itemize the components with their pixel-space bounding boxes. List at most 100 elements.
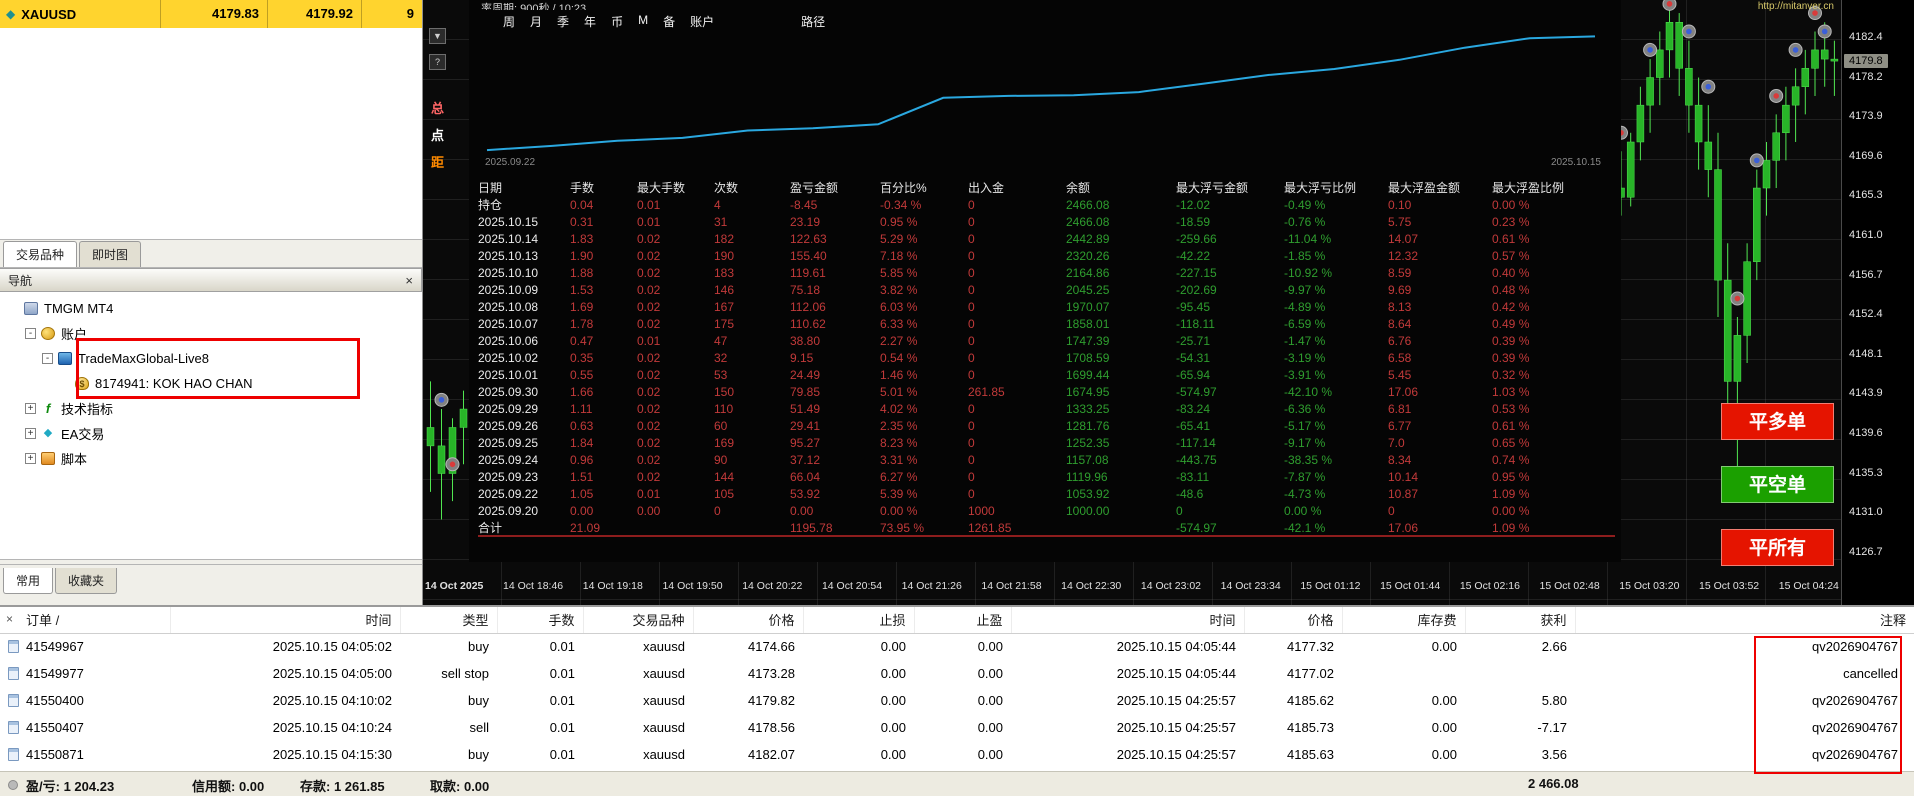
time-axis-label: 14 Oct 19:18 bbox=[582, 580, 643, 592]
close-short-button[interactable]: 平空单 bbox=[1721, 466, 1834, 503]
order-row[interactable]: 41549967 2025.10.15 04:05:02 buy 0.01 xauusd… bbox=[0, 633, 1914, 660]
time-axis-label: 15 Oct 01:12 bbox=[1300, 580, 1361, 592]
tab-common[interactable]: 常用 bbox=[3, 568, 54, 594]
order-cell: cancelled bbox=[1843, 666, 1898, 681]
order-cell: 0.01 bbox=[549, 639, 575, 655]
tab-tick-chart[interactable]: 即时图 bbox=[79, 241, 142, 267]
orders-column-header[interactable]: 手数 bbox=[496, 607, 583, 634]
time-axis: 14 Oct 2025 14 Oct 18:46 14 Oct 19:18 14 Oc… bbox=[425, 580, 1839, 592]
collapse-minus-icon[interactable]: - bbox=[25, 328, 36, 339]
navigator-item[interactable]: + ◆ EA交易 bbox=[0, 421, 422, 446]
order-cell: sell bbox=[469, 720, 489, 735]
order-cell: 4185.63 bbox=[1287, 747, 1334, 762]
time-axis-label: 14 Oct 19:50 bbox=[662, 580, 723, 592]
order-cell: xauusd bbox=[643, 639, 685, 655]
stats-header-row: 日期 手数 最大手数 次数 盈亏金额 百分比% 出入金 余额 最大浮亏金额 最大浮亏比例 最大浮盈金… bbox=[478, 181, 1565, 195]
navigator-titlebar: 导航 × bbox=[0, 268, 422, 292]
orders-column-header[interactable]: 价格 bbox=[1243, 607, 1342, 634]
close-long-button[interactable]: 平多单 bbox=[1721, 403, 1834, 440]
price-axis-label: 4148.1 bbox=[1849, 347, 1883, 360]
navigator-item[interactable]: + f 技术指标 bbox=[0, 396, 422, 421]
credit-status: 信用额: 0.00 bbox=[192, 779, 265, 794]
price-axis-label: 4182.4 bbox=[1849, 31, 1883, 43]
navigator-item[interactable]: + 脚本 bbox=[0, 446, 422, 471]
orders-column-header[interactable]: 交易品种 bbox=[582, 607, 693, 634]
tab-favorites[interactable]: 收藏夹 bbox=[55, 568, 118, 594]
navigator-title: 导航 bbox=[8, 273, 33, 288]
stats-row: 2025.09.24 0.96 0.02 90 37.12 3.31 % 0 1157.08-… bbox=[478, 453, 1530, 467]
orders-column-header[interactable]: 价格 bbox=[692, 607, 803, 634]
order-row[interactable]: 41550871 2025.10.15 04:15:30 buy 0.01 xauusd… bbox=[0, 741, 1914, 768]
stats-row: 2025.10.10 1.88 0.02 183 119.61 5.85 % 0 2164.8… bbox=[478, 266, 1530, 280]
order-cell: xauusd bbox=[643, 693, 685, 708]
order-cell: xauusd bbox=[643, 747, 685, 762]
time-axis-label: 15 Oct 03:20 bbox=[1619, 580, 1680, 592]
order-row[interactable]: 41550400 2025.10.15 04:10:02 buy 0.01 xauusd… bbox=[0, 687, 1914, 714]
order-cell: 3.56 bbox=[1541, 747, 1567, 762]
withdraw-status: 取款: 0.00 bbox=[430, 779, 490, 794]
tab-symbols[interactable]: 交易品种 bbox=[3, 241, 78, 267]
order-cell: 0.00 bbox=[1431, 639, 1457, 655]
order-ticket: 41550871 bbox=[0, 741, 170, 768]
stats-row: 2025.09.26 0.63 0.02 60 29.41 2.35 % 0 1281.76-… bbox=[478, 419, 1530, 433]
order-row[interactable]: 41550407 2025.10.15 04:10:24 sell 0.01 xauus… bbox=[0, 714, 1914, 741]
navigator-close-icon[interactable]: × bbox=[405, 273, 413, 288]
terminal-close-icon[interactable]: × bbox=[6, 612, 13, 626]
daily-stats-table: 日期 手数 最大手数 次数 盈亏金额 百分比% 出入金 余额 最大浮亏金额 最大浮亏比例 最大浮盈金… bbox=[478, 180, 1615, 537]
price-axis-label: 4161.0 bbox=[1849, 229, 1883, 241]
navigator-item-label: 8174941: KOK HAO CHAN bbox=[95, 376, 253, 391]
orders-column-header[interactable]: 止盈 bbox=[913, 607, 1011, 634]
order-cell: 2025.10.15 04:05:44 bbox=[1116, 666, 1236, 681]
order-cell: 2025.10.15 04:05:02 bbox=[272, 639, 392, 655]
close-all-button[interactable]: 平所有 bbox=[1721, 529, 1834, 566]
stats-row: 2025.09.20 0.00 0.00 0 0.00 0.00 % 1000 1000.00… bbox=[478, 504, 1530, 518]
expand-plus-icon[interactable]: + bbox=[25, 428, 36, 439]
navigator-item[interactable]: - 账户 bbox=[0, 321, 422, 346]
order-cell: 0.01 bbox=[549, 720, 575, 735]
account-icon: $ bbox=[75, 377, 89, 390]
orders-column-header[interactable]: 库存费 bbox=[1341, 607, 1465, 634]
favorite-tabs: 常用 收藏夹 bbox=[0, 564, 422, 594]
order-cell: qv2026904767 bbox=[1811, 639, 1898, 655]
symbol-name: XAUUSD bbox=[21, 6, 77, 22]
navigator-item[interactable]: $8174941: KOK HAO CHAN bbox=[0, 371, 422, 396]
symbol-diamond-icon: ◆ bbox=[6, 7, 16, 21]
order-cell: 4179.82 bbox=[748, 693, 795, 708]
order-cell: 2025.10.15 04:25:57 bbox=[1116, 693, 1236, 708]
chart-area[interactable]: http://mitanver.cn 率周期: 900秒 / 10:23 周月季… bbox=[423, 0, 1914, 605]
strip-button[interactable]: ▼ bbox=[429, 28, 446, 44]
stats-row: 2025.10.15 0.31 0.01 31 23.19 0.95 % 0 2466.08-… bbox=[478, 215, 1530, 229]
orders-column-header[interactable]: 获利 bbox=[1464, 607, 1575, 634]
market-watch: ◆ XAUUSD 4179.83 4179.92 9 bbox=[0, 0, 422, 240]
stats-row: 合计 21.09 1195.78 73.95 % 1261.85 -574.97 -42.1… bbox=[478, 520, 1615, 537]
market-watch-row-xauusd[interactable]: ◆ XAUUSD 4179.83 4179.92 9 bbox=[0, 0, 422, 28]
order-ticket: 41549977 bbox=[0, 660, 170, 687]
deposit-status: 存款: 1 261.85 bbox=[300, 779, 385, 794]
terminal-panel: × 订单 / 时间 类型 手数 交易品种 价格 止损 止盈 时间 价格 库存费 获利 注释 415499… bbox=[0, 605, 1914, 796]
strip-button[interactable]: ? bbox=[429, 54, 446, 70]
time-axis-label: 14 Oct 21:26 bbox=[901, 580, 962, 592]
time-axis-label: 15 Oct 03:52 bbox=[1699, 580, 1760, 592]
order-cell: 0.00 bbox=[977, 693, 1003, 708]
navigator-item[interactable]: - TradeMaxGlobal-Live8 bbox=[0, 346, 422, 371]
orders-column-header[interactable]: 止损 bbox=[802, 607, 914, 634]
order-cell: qv2026904767 bbox=[1811, 693, 1898, 708]
orders-column-header[interactable]: 订单 / bbox=[0, 607, 170, 634]
orders-column-header[interactable]: 时间 bbox=[1010, 607, 1244, 634]
order-cell bbox=[1342, 660, 1465, 687]
orders-column-header[interactable]: 注释 bbox=[1574, 607, 1914, 634]
collapse-minus-icon[interactable]: - bbox=[42, 353, 53, 364]
time-axis-label: 14 Oct 20:22 bbox=[742, 580, 803, 592]
orders-column-header[interactable]: 类型 bbox=[399, 607, 497, 634]
navigator-item[interactable]: TMGM MT4 bbox=[0, 296, 422, 321]
order-row[interactable]: 41549977 2025.10.15 04:05:00 sell stop 0.01… bbox=[0, 660, 1914, 687]
orders-column-header[interactable]: 时间 bbox=[169, 607, 400, 634]
order-cell: buy bbox=[468, 747, 489, 762]
expand-plus-icon[interactable]: + bbox=[25, 453, 36, 464]
stats-row: 2025.10.13 1.90 0.02 190 155.40 7.18 % 0 2320.2… bbox=[478, 249, 1530, 263]
time-axis-label: 14 Oct 23:34 bbox=[1220, 580, 1281, 592]
order-ticket: 41550407 bbox=[0, 714, 170, 741]
expand-plus-icon[interactable]: + bbox=[25, 403, 36, 414]
time-axis-label: 14 Oct 23:02 bbox=[1140, 580, 1201, 592]
time-axis-label: 14 Oct 20:54 bbox=[821, 580, 883, 592]
